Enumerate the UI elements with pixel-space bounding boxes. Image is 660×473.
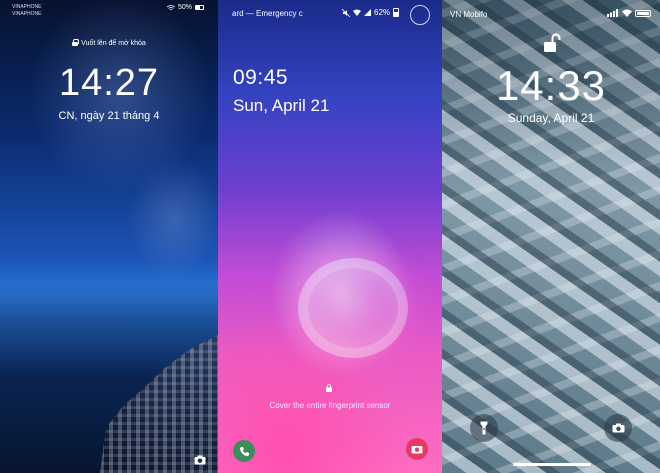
camera-icon[interactable]	[194, 455, 206, 465]
signal-icon	[364, 9, 371, 16]
camera-icon	[411, 446, 423, 454]
status-bar-right: 50%	[166, 4, 204, 11]
camera-cutout-ring	[410, 5, 430, 25]
signal-icon	[607, 9, 618, 17]
lockscreen-panel-3: VN Mobifo 14:33 Sunday, April 21	[442, 0, 660, 473]
unlock-hint-text: Vuốt lên để mở khóa	[81, 40, 146, 47]
lockscreen-panel-1: VINAPHONE VINAPHONE 50% Vuốt lên để mở k…	[0, 0, 218, 473]
phone-shortcut-button[interactable]	[233, 440, 255, 462]
carrier-label: VINAPHONE	[12, 11, 42, 17]
wifi-icon	[353, 9, 361, 16]
date: Sunday, April 21	[507, 111, 595, 125]
clock: 14:27	[58, 62, 160, 104]
wallpaper-swirl	[298, 258, 408, 358]
lock-icon	[326, 384, 332, 392]
date: CN, ngày 21 tháng 4	[58, 110, 160, 122]
battery-percent: 50%	[177, 4, 192, 11]
status-bar-right: 62%	[342, 8, 400, 17]
carrier-label: VN Mobifo	[450, 10, 488, 19]
battery-icon	[195, 5, 204, 10]
lockscreen-panel-2: ard — Emergency c 62% 09:45 Sun, April 2…	[218, 0, 442, 473]
home-indicator[interactable]	[513, 463, 591, 466]
wifi-icon	[622, 9, 632, 17]
phone-icon	[239, 446, 249, 456]
clock: 14:33	[495, 62, 607, 109]
wifi-icon	[166, 4, 175, 10]
camera-shortcut-button[interactable]	[406, 438, 428, 460]
flashlight-button[interactable]	[470, 414, 498, 442]
unlock-hint: Vuốt lên để mở khóa	[0, 39, 218, 47]
battery-icon	[393, 8, 400, 17]
status-bar-right	[607, 9, 651, 17]
camera-button[interactable]	[604, 414, 632, 442]
carrier-label: VINAPHONE	[12, 4, 42, 10]
carrier-labels: VINAPHONE VINAPHONE	[12, 4, 41, 18]
date: Sun, April 21	[233, 96, 330, 115]
flashlight-icon	[480, 421, 488, 435]
camera-icon	[612, 423, 624, 433]
clock: 09:45	[233, 66, 289, 89]
fingerprint-hint: Cover the entire fingerprint sensor	[269, 401, 391, 410]
battery-icon	[635, 9, 651, 17]
status-text: ard — Emergency c	[232, 9, 303, 18]
unlocked-padlock-icon	[544, 33, 561, 52]
mute-icon	[342, 8, 350, 17]
lock-icon	[72, 39, 80, 46]
battery-percent: 62%	[374, 8, 391, 17]
